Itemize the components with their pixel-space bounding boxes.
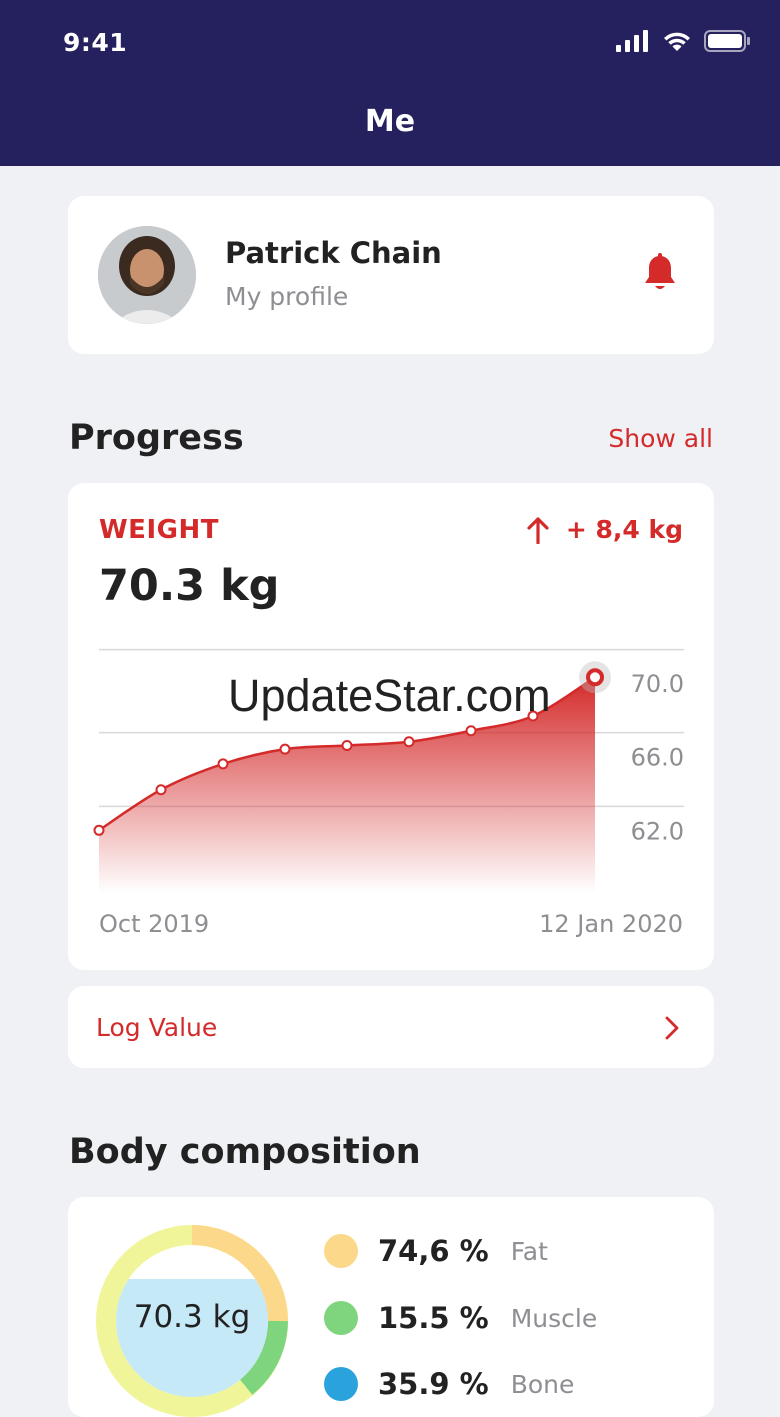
battery-icon — [704, 30, 750, 52]
log-value-label: Log Value — [96, 1013, 218, 1042]
body-composition-card[interactable]: 70.3 kg 74,6 % Fat 15.5 % Muscle 35.9 % … — [68, 1197, 714, 1417]
chevron-right-icon — [665, 1016, 679, 1040]
legend-name: Fat — [510, 1236, 548, 1266]
avatar[interactable] — [98, 226, 196, 324]
legend-dot — [324, 1234, 358, 1268]
wifi-icon — [664, 32, 690, 51]
progress-section-title: Progress — [69, 418, 244, 458]
legend-dot — [324, 1301, 358, 1335]
legend-pct: 15.5 % — [378, 1301, 489, 1335]
bell-icon[interactable] — [642, 253, 678, 293]
x-axis-start-label: Oct 2019 — [99, 910, 210, 938]
legend-pct: 35.9 % — [378, 1367, 489, 1401]
body-composition-title: Body composition — [69, 1132, 421, 1172]
status-time: 9:41 — [63, 28, 128, 57]
watermark-text: UpdateStar.com — [228, 670, 551, 721]
data-point — [217, 758, 229, 770]
weight-card[interactable]: WEIGHT + 8,4 kg 70.3 kg 70.0 66.0 62.0 Oct… — [68, 483, 714, 970]
profile-name: Patrick Chain — [225, 236, 442, 270]
status-icons — [616, 30, 750, 52]
log-value-button[interactable]: Log Value — [68, 986, 714, 1068]
y-tick-label: 70.0 — [631, 670, 684, 698]
page-title: Me — [364, 104, 416, 139]
cellular-signal-icon — [616, 30, 648, 52]
data-point — [93, 824, 105, 836]
show-all-link[interactable]: Show all — [608, 424, 713, 453]
data-point — [403, 736, 415, 748]
y-tick-label: 62.0 — [631, 817, 684, 845]
legend-dot — [324, 1367, 358, 1401]
data-point — [279, 743, 291, 755]
data-point — [586, 668, 604, 687]
data-point — [155, 784, 167, 796]
navigation-bar: 9:41 Me — [0, 0, 780, 166]
legend-pct: 74,6 % — [378, 1234, 489, 1268]
legend-item-bone: 35.9 % Bone — [324, 1367, 574, 1401]
y-tick-label: 66.0 — [631, 744, 684, 772]
data-point — [465, 725, 477, 737]
legend-name: Muscle — [510, 1303, 598, 1333]
legend-name: Bone — [510, 1369, 575, 1399]
profile-subtitle[interactable]: My profile — [225, 282, 348, 311]
profile-card[interactable]: Patrick Chain My profile — [68, 196, 714, 354]
body-composition-center-value: 70.3 kg — [133, 1299, 251, 1335]
legend-item-muscle: 15.5 % Muscle — [324, 1301, 597, 1335]
legend-item-fat: 74,6 % Fat — [324, 1234, 548, 1268]
data-point — [341, 739, 353, 751]
x-axis-end-label: 12 Jan 2020 — [539, 910, 683, 938]
